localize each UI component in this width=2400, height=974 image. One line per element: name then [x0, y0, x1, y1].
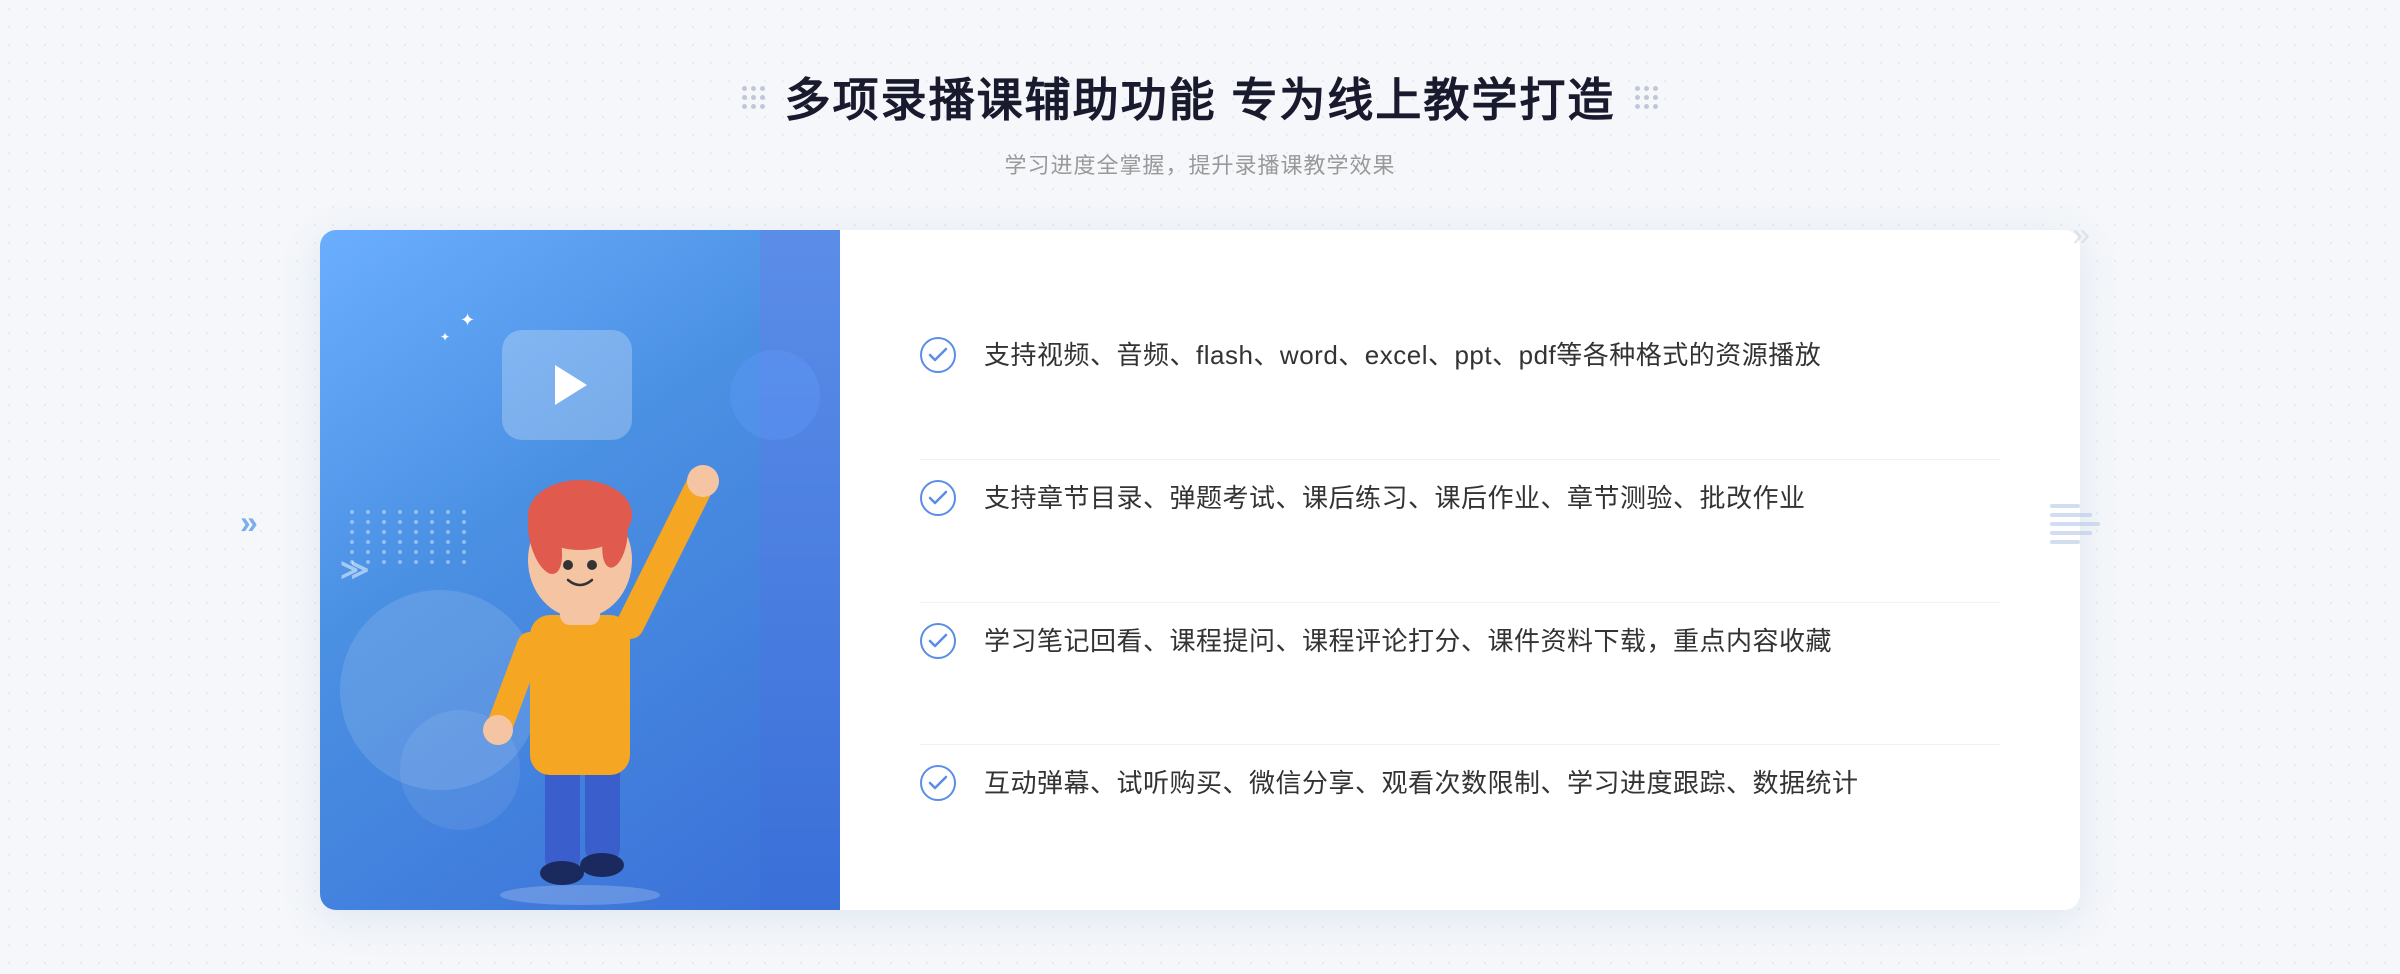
check-icon-4 [920, 765, 956, 801]
header-section: 多项录播课辅助功能 专为线上教学打造 学习进度全掌握，提升录播课教学效果 [742, 64, 1659, 180]
sparkle-icon-2: ✦ [440, 330, 450, 344]
page-title: 多项录播课辅助功能 专为线上教学打造 [785, 64, 1616, 130]
page-container: 多项录播课辅助功能 专为线上教学打造 学习进度全掌握，提升录播课教学效果 [0, 64, 2400, 910]
sparkle-icon-1: ✦ [460, 310, 475, 331]
stripes-decoration [2050, 504, 2100, 544]
feature-text-3: 学习笔记回看、课程提问、课程评论打分、课件资料下载，重点内容收藏 [984, 621, 1832, 663]
check-icon-2 [920, 480, 956, 516]
page-subtitle: 学习进度全掌握，提升录播课教学效果 [742, 148, 1659, 180]
outside-right-chevron-icon: » [2072, 216, 2090, 253]
check-icon-1 [920, 337, 956, 373]
title-wrapper: 多项录播课辅助功能 专为线上教学打造 [742, 64, 1659, 130]
check-icon-3 [920, 623, 956, 659]
feature-item-1: 支持视频、音频、flash、word、excel、ppt、pdf等各种格式的资源… [920, 317, 2000, 395]
right-dots-icon [1635, 86, 1658, 109]
feature-text-4: 互动弹幕、试听购买、微信分享、观看次数限制、学习进度跟踪、数据统计 [984, 763, 1859, 805]
left-dots-icon [742, 86, 765, 109]
features-area: 支持视频、音频、flash、word、excel、ppt、pdf等各种格式的资源… [840, 230, 2080, 910]
feature-text-1: 支持视频、音频、flash、word、excel、ppt、pdf等各种格式的资源… [984, 335, 1821, 377]
feature-item-3: 学习笔记回看、课程提问、课程评论打分、课件资料下载，重点内容收藏 [920, 602, 2000, 681]
illustration-area: ✦ ✦ [320, 230, 840, 910]
left-chevron-icon: ≫ [340, 556, 369, 584]
outside-left-chevron-icon: » [240, 504, 258, 541]
character-illustration [390, 385, 770, 910]
feature-text-2: 支持章节目录、弹题考试、课后练习、课后作业、章节测验、批改作业 [984, 478, 1806, 520]
main-card: ✦ ✦ [320, 230, 2080, 910]
blue-accent-panel [760, 230, 840, 910]
feature-item-4: 互动弹幕、试听购买、微信分享、观看次数限制、学习进度跟踪、数据统计 [920, 744, 2000, 823]
feature-item-2: 支持章节目录、弹题考试、课后练习、课后作业、章节测验、批改作业 [920, 459, 2000, 538]
